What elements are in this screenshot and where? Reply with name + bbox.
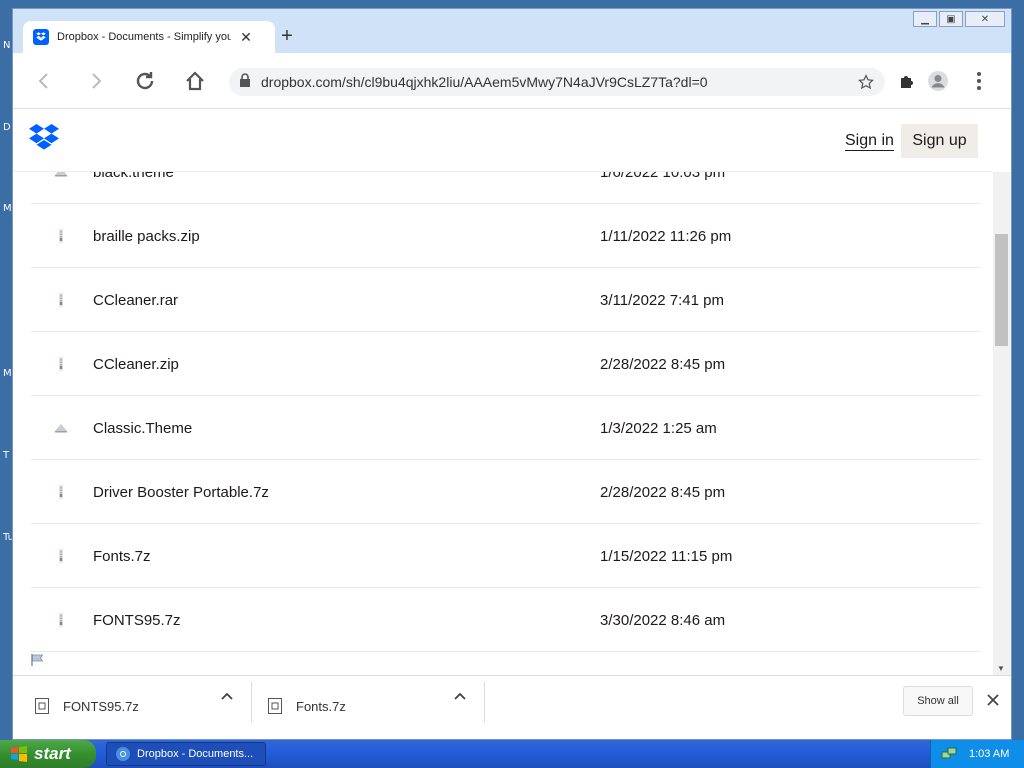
- tab-title: Dropbox - Documents - Simplify your: [57, 31, 231, 43]
- minimize-icon[interactable]: ▁: [913, 11, 937, 27]
- file-row[interactable]: FONTS95.7z 3/30/2022 8:46 am: [31, 588, 981, 652]
- download-name: FONTS95.7z: [63, 698, 139, 714]
- show-all-button[interactable]: Show all: [903, 686, 973, 716]
- file-modified-date: 2/28/2022 8:45 pm: [600, 484, 726, 501]
- file-row[interactable]: Fonts.7z 1/15/2022 11:15 pm: [31, 524, 981, 588]
- file-name[interactable]: Driver Booster Portable.7z: [93, 484, 269, 501]
- desktop-icon-label: T: [3, 450, 10, 461]
- new-tab-icon[interactable]: +: [275, 25, 299, 49]
- downloads-shelf: FONTS95.7z Fonts.7z Show all: [13, 675, 1011, 739]
- file-modified-date: 3/30/2022 8:46 am: [600, 612, 726, 629]
- file-modified-date: 1/3/2022 1:25 am: [600, 420, 717, 437]
- file-row[interactable]: braille packs.zip 1/11/2022 11:26 pm: [31, 204, 981, 268]
- file-row[interactable]: CCleaner.zip 2/28/2022 8:45 pm: [31, 332, 981, 396]
- file-name[interactable]: Classic.Theme: [93, 420, 192, 437]
- dropbox-favicon-icon: [33, 29, 49, 45]
- theme-icon: [51, 418, 71, 438]
- start-label: start: [34, 744, 71, 763]
- bookmark-star-icon[interactable]: [857, 73, 875, 91]
- desktop-icon-label: M: [3, 203, 12, 214]
- archive-icon: [51, 482, 71, 502]
- file-name[interactable]: Fonts.7z: [93, 548, 151, 565]
- window-close-icon[interactable]: ✕: [965, 11, 1005, 27]
- file-name[interactable]: CCleaner.zip: [93, 356, 179, 373]
- file-modified-date: 3/11/2022 7:41 pm: [600, 292, 724, 309]
- maximize-icon[interactable]: ▣: [939, 11, 963, 27]
- desktop-icon-label: M: [3, 368, 12, 379]
- file-name[interactable]: braille packs.zip: [93, 228, 200, 245]
- browser-window: Dropbox - Documents - Simplify your ✕ + …: [12, 8, 1012, 740]
- home-icon[interactable]: [183, 69, 207, 93]
- chevron-up-icon[interactable]: [452, 688, 468, 704]
- close-shelf-icon[interactable]: [983, 690, 1003, 710]
- archive-icon: [51, 290, 71, 310]
- start-button[interactable]: start: [0, 740, 96, 768]
- clock: 1:03 AM: [969, 748, 1010, 760]
- archive-file-icon: [35, 698, 49, 714]
- report-flag-icon[interactable]: [31, 654, 45, 666]
- download-name: Fonts.7z: [296, 698, 346, 714]
- download-item[interactable]: FONTS95.7z: [13, 686, 249, 726]
- download-item[interactable]: Fonts.7z: [246, 686, 482, 726]
- menu-dots-icon[interactable]: [967, 69, 991, 93]
- profile-avatar-icon[interactable]: [926, 69, 950, 93]
- dropbox-logo-icon[interactable]: [29, 124, 59, 152]
- site-header: Sign in Sign up: [13, 110, 993, 172]
- tab-close-icon[interactable]: ✕: [239, 29, 253, 46]
- sign-up-button[interactable]: Sign up: [901, 124, 978, 158]
- chevron-up-icon[interactable]: [219, 688, 235, 704]
- archive-icon: [51, 546, 71, 566]
- file-row[interactable]: Driver Booster Portable.7z 2/28/2022 8:45…: [31, 460, 981, 524]
- file-modified-date: 1/11/2022 11:26 pm: [600, 228, 732, 245]
- desktop-icon-label: D: [3, 122, 11, 133]
- taskbar-item-browser[interactable]: Dropbox - Documents...: [106, 742, 266, 766]
- forward-arrow-icon[interactable]: [83, 69, 107, 93]
- sign-in-link[interactable]: Sign in: [845, 133, 894, 151]
- file-row[interactable]: CCleaner.rar 3/11/2022 7:41 pm: [31, 268, 981, 332]
- file-modified-date: 2/28/2022 8:45 pm: [600, 356, 726, 373]
- taskbar-item-label: Dropbox - Documents...: [137, 748, 254, 760]
- archive-icon: [51, 610, 71, 630]
- page-content: Sign in Sign up black.theme 1/6/2022 10:0…: [13, 110, 1011, 675]
- file-list: black.theme 1/6/2022 10:03 pm braille pack…: [31, 140, 981, 652]
- page-scrollbar[interactable]: ▼: [993, 172, 1011, 675]
- tab-strip: Dropbox - Documents - Simplify your ✕ + …: [13, 9, 1011, 53]
- url-text: dropbox.com/sh/cl9bu4qjxhk2liu/AAAem5vMw…: [261, 74, 708, 90]
- network-icon[interactable]: [941, 746, 957, 762]
- file-name[interactable]: CCleaner.rar: [93, 292, 178, 309]
- download-separator: [484, 682, 485, 722]
- reload-icon[interactable]: [133, 69, 157, 93]
- browser-toolbar: dropbox.com/sh/cl9bu4qjxhk2liu/AAAem5vMw…: [13, 53, 1011, 109]
- archive-file-icon: [268, 698, 282, 714]
- file-name[interactable]: FONTS95.7z: [93, 612, 181, 629]
- browser-tab[interactable]: Dropbox - Documents - Simplify your ✕: [23, 21, 275, 53]
- file-modified-date: 1/15/2022 11:15 pm: [600, 548, 733, 565]
- lock-icon: [239, 72, 251, 92]
- address-bar[interactable]: dropbox.com/sh/cl9bu4qjxhk2liu/AAAem5vMw…: [229, 68, 885, 96]
- archive-icon: [51, 354, 71, 374]
- scrollbar-thumb[interactable]: [995, 234, 1008, 346]
- archive-icon: [51, 226, 71, 246]
- extensions-puzzle-icon[interactable]: [895, 69, 919, 93]
- chrome-icon: [116, 747, 130, 761]
- taskbar: start Dropbox - Documents... 1:03 AM: [0, 740, 1024, 768]
- file-row[interactable]: Classic.Theme 1/3/2022 1:25 am: [31, 396, 981, 460]
- back-arrow-icon[interactable]: [33, 69, 57, 93]
- desktop-icon-label: N: [3, 40, 11, 51]
- windows-flag-icon: [10, 745, 28, 763]
- window-controls: ▁ ▣ ✕: [913, 11, 1005, 27]
- system-tray: 1:03 AM: [930, 740, 1024, 768]
- scroll-down-arrow-icon[interactable]: ▼: [997, 664, 1005, 673]
